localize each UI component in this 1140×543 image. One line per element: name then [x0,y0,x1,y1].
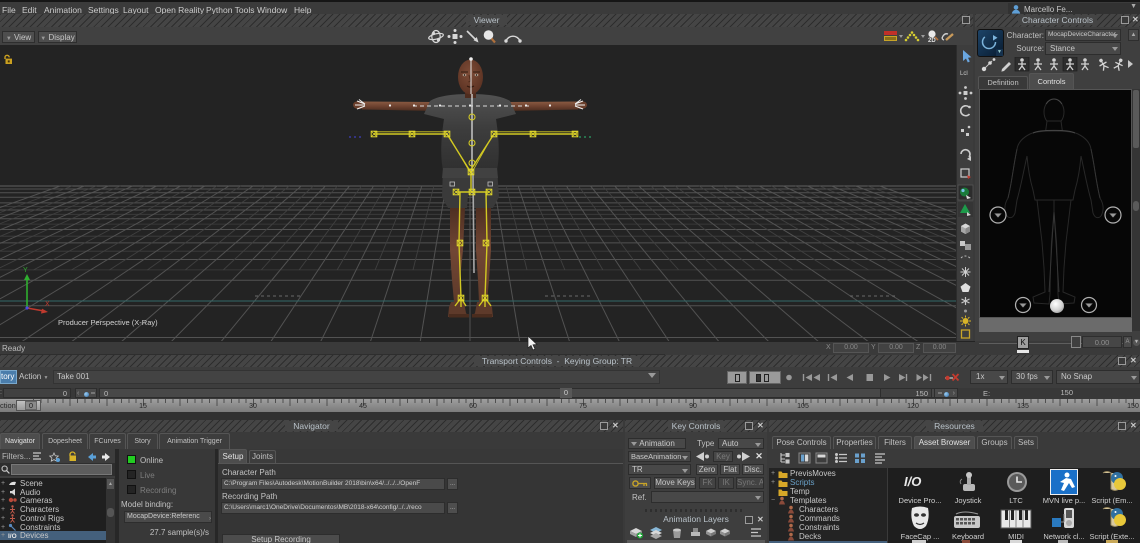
svg-text:Lcl: Lcl [960,71,968,77]
svg-text:2D: 2D [928,38,936,43]
svg-text:Y: Y [23,267,28,274]
svg-text:I/O: I/O [8,533,17,540]
svg-text:X: X [45,301,50,308]
